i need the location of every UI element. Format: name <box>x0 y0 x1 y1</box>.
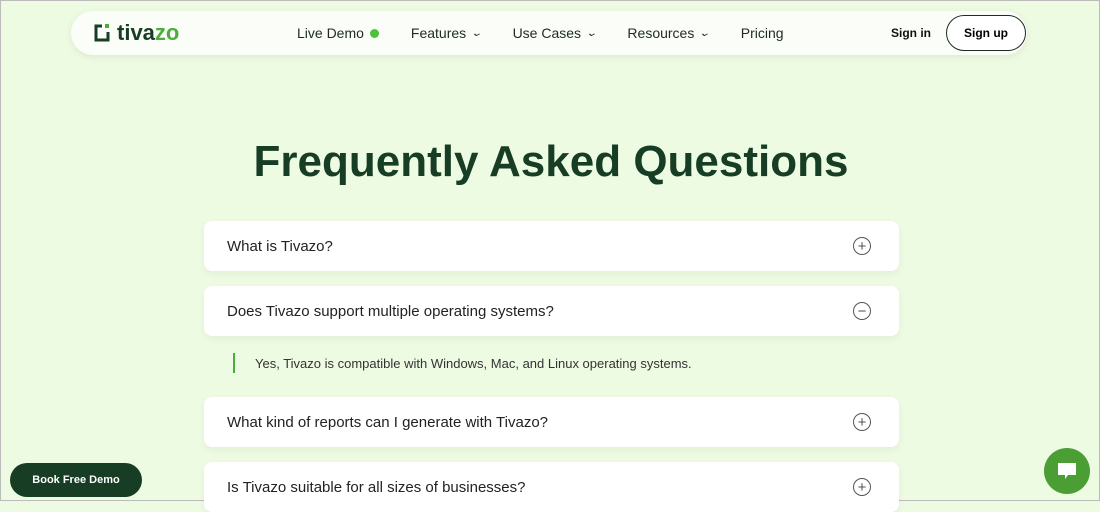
faq-item[interactable]: What kind of reports can I generate with… <box>204 397 899 447</box>
faq-question: Is Tivazo suitable for all sizes of busi… <box>227 478 526 496</box>
nav-resources[interactable]: Resources ⌄ <box>627 25 711 41</box>
top-nav: tiva zo Live Demo Features ⌄ Use Cases ⌄ Re… <box>71 11 1027 55</box>
faq-question: Does Tivazo support multiple operating s… <box>227 302 554 320</box>
nav-use-cases[interactable]: Use Cases ⌄ <box>512 25 598 41</box>
faq-item-expanded[interactable]: Does Tivazo support multiple operating s… <box>204 286 899 336</box>
faq-answer: Yes, Tivazo is compatible with Windows, … <box>233 353 692 373</box>
nav-label: Use Cases <box>512 25 582 41</box>
minus-circle-icon[interactable]: − <box>853 302 871 320</box>
live-dot-icon <box>369 28 379 38</box>
sign-up-button[interactable]: Sign up <box>946 15 1026 51</box>
nav-label: Live Demo <box>297 25 364 41</box>
chevron-down-icon: ⌄ <box>585 27 598 39</box>
plus-circle-icon[interactable]: + <box>853 413 871 431</box>
chevron-down-icon: ⌄ <box>470 27 483 39</box>
logo-text-a: tiva <box>117 20 155 45</box>
logo-text-b: zo <box>154 20 180 45</box>
nav-label: Features <box>410 25 467 41</box>
book-free-demo-button[interactable]: Book Free Demo <box>10 463 142 497</box>
nav-live-demo[interactable]: Live Demo <box>297 25 379 41</box>
nav-label: Pricing <box>740 25 784 41</box>
faq-item[interactable]: Is Tivazo suitable for all sizes of busi… <box>204 462 899 512</box>
chevron-down-icon: ⌄ <box>698 27 711 39</box>
logo-icon <box>94 24 110 42</box>
faq-question: What kind of reports can I generate with… <box>227 413 548 431</box>
sign-in-link[interactable]: Sign in <box>891 26 931 40</box>
plus-circle-icon[interactable]: + <box>853 478 871 496</box>
faq-question: What is Tivazo? <box>227 237 333 255</box>
page-title: Frequently Asked Questions <box>253 137 849 186</box>
faq-item[interactable]: What is Tivazo? + <box>204 221 899 271</box>
chat-icon <box>1058 463 1076 479</box>
plus-circle-icon[interactable]: + <box>853 237 871 255</box>
nav-features[interactable]: Features ⌄ <box>410 25 483 41</box>
chat-button[interactable] <box>1044 448 1090 494</box>
logo[interactable]: tiva zo <box>93 20 179 46</box>
nav-label: Resources <box>627 25 695 41</box>
nav-pricing[interactable]: Pricing <box>741 25 784 41</box>
